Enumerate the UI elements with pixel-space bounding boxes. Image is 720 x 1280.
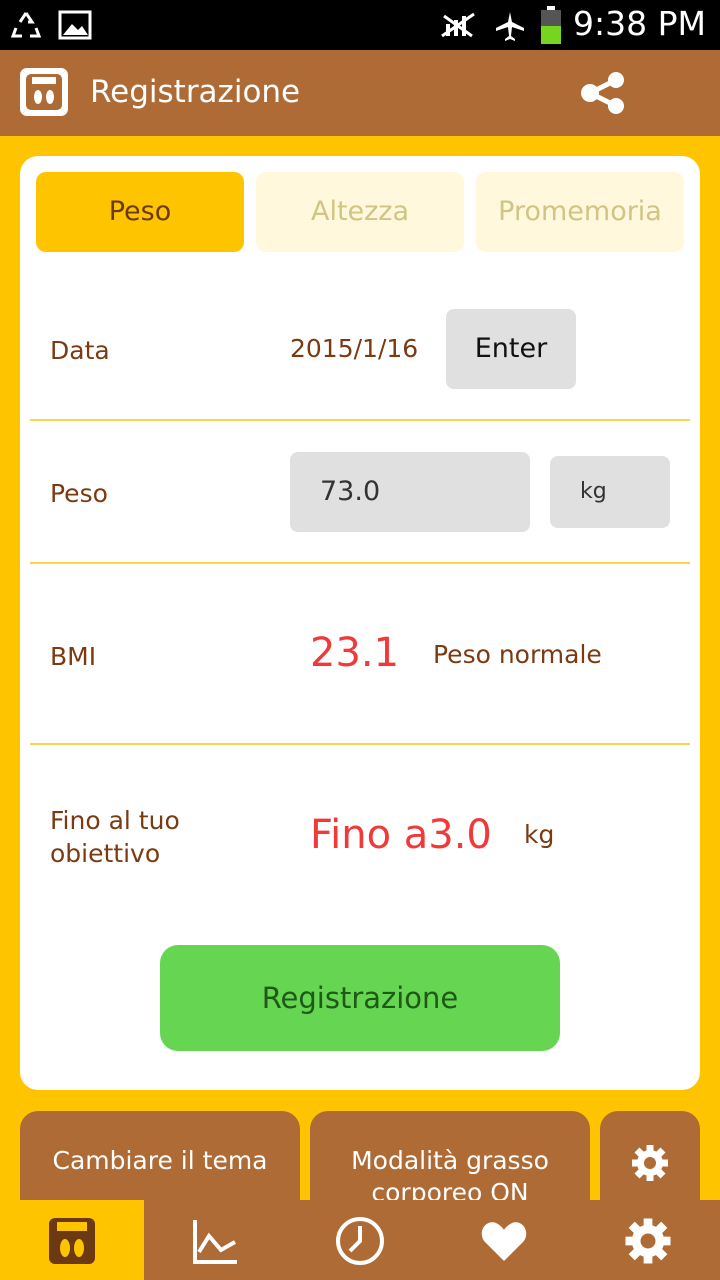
bmi-status: Peso normale (433, 640, 602, 669)
date-label: Data (50, 336, 110, 365)
bmi-value: 23.1 (310, 630, 400, 676)
no-signal-icon (441, 12, 475, 38)
status-time: 9:38 PM (573, 4, 706, 43)
settings-icon (625, 1218, 671, 1264)
nav-history[interactable] (288, 1200, 432, 1280)
share-icon[interactable] (578, 70, 628, 116)
heart-icon (481, 1222, 527, 1261)
goal-value: Fino a3.0 (310, 812, 492, 858)
tab-peso[interactable]: Peso (36, 172, 244, 252)
gear-icon (632, 1145, 668, 1181)
app-bar: Registrazione (0, 50, 720, 136)
change-theme-label: Cambiare il tema (52, 1146, 268, 1175)
weight-form-card: Peso Altezza Promemoria Data 2015/1/16 E… (20, 156, 700, 1090)
chart-icon (193, 1220, 237, 1264)
scale-logo-icon (20, 68, 68, 116)
register-button[interactable]: Registrazione (160, 945, 560, 1051)
weight-label: Peso (50, 479, 108, 508)
bmi-label: BMI (50, 642, 97, 671)
tab-promemoria[interactable]: Promemoria (476, 172, 684, 252)
enter-date-button[interactable]: Enter (446, 309, 576, 389)
scale-icon (49, 1218, 95, 1264)
bottom-nav (0, 1200, 720, 1280)
divider (30, 743, 690, 745)
app-title: Registrazione (90, 74, 301, 110)
date-value: 2015/1/16 (290, 334, 419, 363)
nav-settings[interactable] (576, 1200, 720, 1280)
nav-favorites[interactable] (432, 1200, 576, 1280)
recycle-icon (10, 12, 42, 38)
battery-icon (541, 6, 561, 44)
weight-input[interactable]: 73.0 (290, 452, 530, 532)
nav-scale[interactable] (0, 1200, 144, 1280)
divider (30, 419, 690, 421)
goal-unit: kg (524, 820, 555, 849)
image-icon (58, 10, 92, 40)
goal-label-line1: Fino al tuo (50, 806, 180, 835)
nav-chart[interactable] (144, 1200, 288, 1280)
goal-label-line2: obiettivo (50, 839, 161, 868)
airplane-icon (496, 12, 524, 41)
clock-icon (336, 1217, 384, 1265)
divider (30, 562, 690, 564)
weight-unit-button[interactable]: kg (550, 456, 670, 528)
goal-label: Fino al tuo obiettivo (50, 804, 180, 870)
tab-altezza[interactable]: Altezza (256, 172, 464, 252)
body-fat-mode-line1: Modalità grasso (351, 1146, 549, 1175)
status-bar: 9:38 PM (0, 0, 720, 50)
